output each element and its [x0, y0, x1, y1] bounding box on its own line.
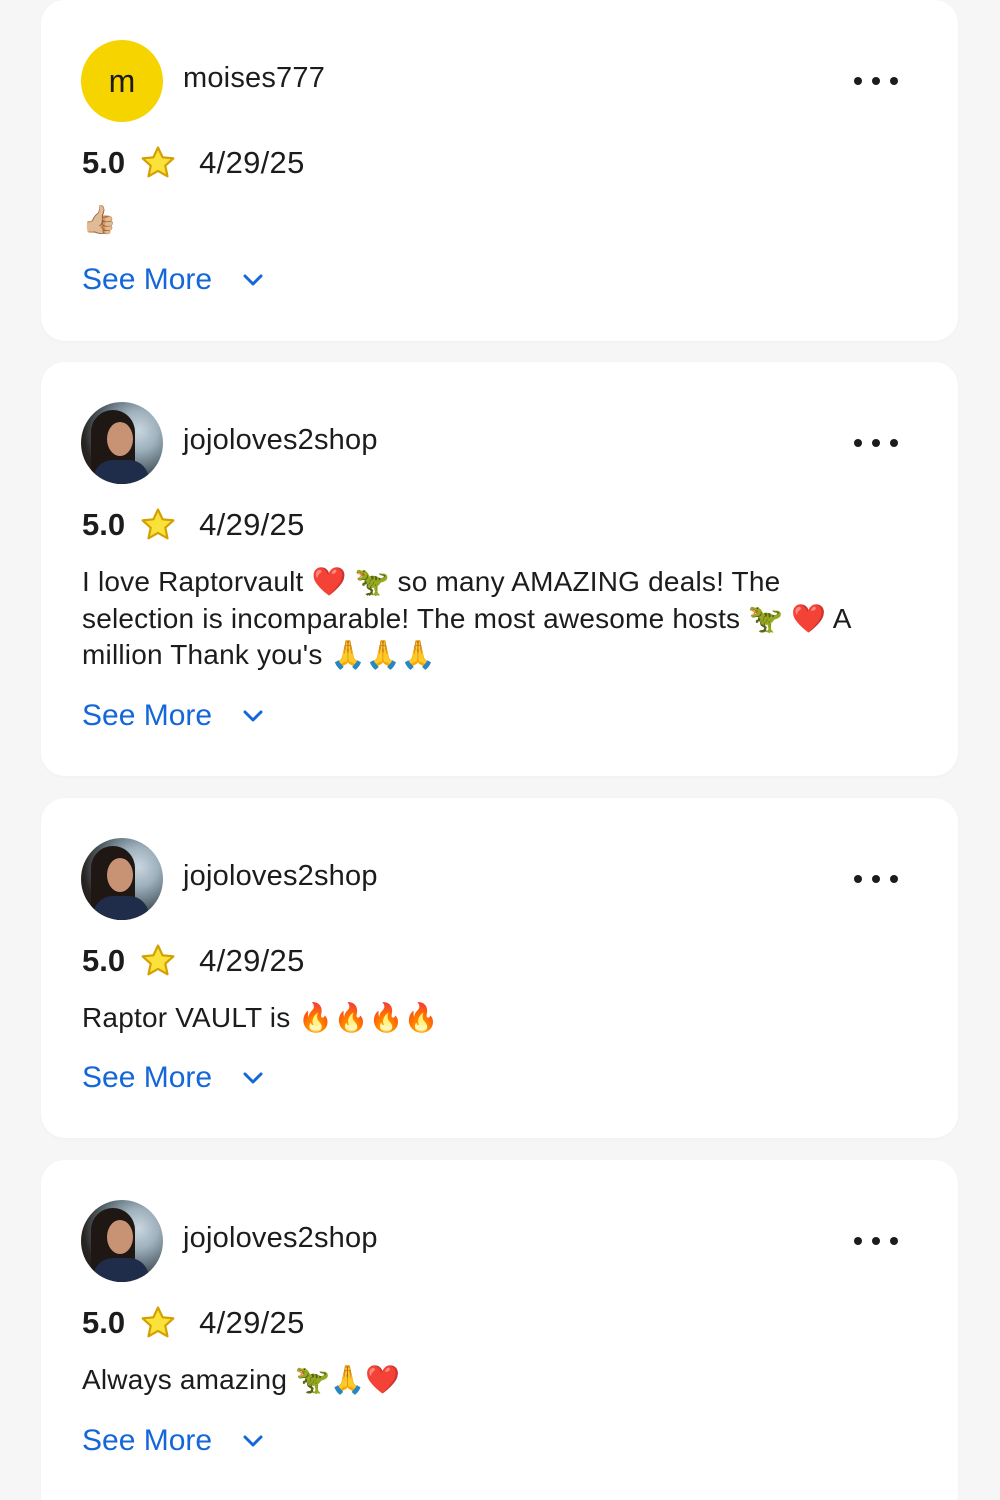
- review-date: 4/29/25: [199, 943, 305, 978]
- see-more-button[interactable]: See More: [82, 696, 264, 736]
- review-header: jojoloves2shop: [81, 402, 918, 484]
- see-more-label: See More: [82, 263, 213, 296]
- review-card: jojoloves2shop 5.0 4/29/25 Raptor VAULT …: [41, 798, 958, 1138]
- star-icon: [141, 508, 175, 540]
- rating-row: 5.0 4/29/25: [82, 941, 305, 981]
- reviewer-username[interactable]: jojoloves2shop: [183, 1222, 378, 1255]
- star-icon: [141, 1306, 175, 1338]
- review-date: 4/29/25: [199, 145, 305, 180]
- review-card: jojoloves2shop 5.0 4/29/25 Always amazin…: [41, 1160, 958, 1500]
- avatar[interactable]: [81, 1200, 163, 1282]
- review-header: m moises777: [81, 40, 918, 122]
- more-horizontal-icon-dot: [872, 1237, 880, 1245]
- reviewer-username[interactable]: jojoloves2shop: [183, 424, 378, 457]
- more-horizontal-icon: [854, 875, 862, 883]
- review-card: jojoloves2shop 5.0 4/29/25 I love Raptor…: [41, 362, 958, 776]
- see-more-button[interactable]: See More: [82, 260, 264, 300]
- review-header: jojoloves2shop: [81, 838, 918, 920]
- review-date: 4/29/25: [199, 1305, 305, 1340]
- rating-value: 5.0: [82, 507, 126, 542]
- more-horizontal-icon-dot: [872, 439, 880, 447]
- review-date: 4/29/25: [199, 507, 305, 542]
- review-header: jojoloves2shop: [81, 1200, 918, 1282]
- review-text: Always amazing 🦖🙏❤️: [82, 1364, 401, 1395]
- chevron-down-icon: [243, 274, 263, 286]
- avatar[interactable]: [81, 402, 163, 484]
- more-horizontal-icon-dot: [890, 77, 898, 85]
- more-horizontal-icon-dot: [872, 875, 880, 883]
- review-text: Raptor VAULT is 🔥🔥🔥🔥: [82, 1002, 439, 1033]
- avatar[interactable]: m: [81, 40, 163, 122]
- rating-row: 5.0 4/29/25: [82, 1303, 305, 1343]
- see-more-label: See More: [82, 1061, 213, 1094]
- rating-value: 5.0: [82, 145, 126, 180]
- more-horizontal-icon: [854, 77, 862, 85]
- reviewer-username[interactable]: moises777: [183, 62, 325, 95]
- more-horizontal-icon-dot: [890, 875, 898, 883]
- see-more-label: See More: [82, 699, 213, 732]
- review-text: 👍🏼: [82, 204, 118, 235]
- review-text: I love Raptorvault ❤️ 🦖 so many AMAZING …: [82, 566, 851, 670]
- avatar[interactable]: [81, 838, 163, 920]
- more-options-button[interactable]: [854, 868, 898, 890]
- reviews-feed: m moises777 5.0 4/29/25 👍🏼 See More jojo…: [0, 0, 1000, 1500]
- rating-row: 5.0 4/29/25: [82, 505, 305, 545]
- more-horizontal-icon-dot: [872, 77, 880, 85]
- see-more-label: See More: [82, 1424, 213, 1457]
- more-horizontal-icon: [854, 1237, 862, 1245]
- rating-value: 5.0: [82, 943, 126, 978]
- star-icon: [141, 944, 175, 976]
- chevron-down-icon: [243, 1435, 263, 1447]
- chevron-down-icon: [243, 1072, 263, 1084]
- more-options-button[interactable]: [854, 70, 898, 92]
- chevron-down-icon: [243, 710, 263, 722]
- see-more-button[interactable]: See More: [82, 1058, 264, 1098]
- more-options-button[interactable]: [854, 1230, 898, 1252]
- more-horizontal-icon: [854, 439, 862, 447]
- more-horizontal-icon-dot: [890, 1237, 898, 1245]
- rating-row: 5.0 4/29/25: [82, 143, 305, 183]
- rating-value: 5.0: [82, 1305, 126, 1340]
- more-options-button[interactable]: [854, 432, 898, 454]
- review-card: m moises777 5.0 4/29/25 👍🏼 See More: [41, 0, 958, 341]
- star-icon: [141, 146, 175, 178]
- reviewer-username[interactable]: jojoloves2shop: [183, 860, 378, 893]
- more-horizontal-icon-dot: [890, 439, 898, 447]
- see-more-button[interactable]: See More: [82, 1421, 264, 1461]
